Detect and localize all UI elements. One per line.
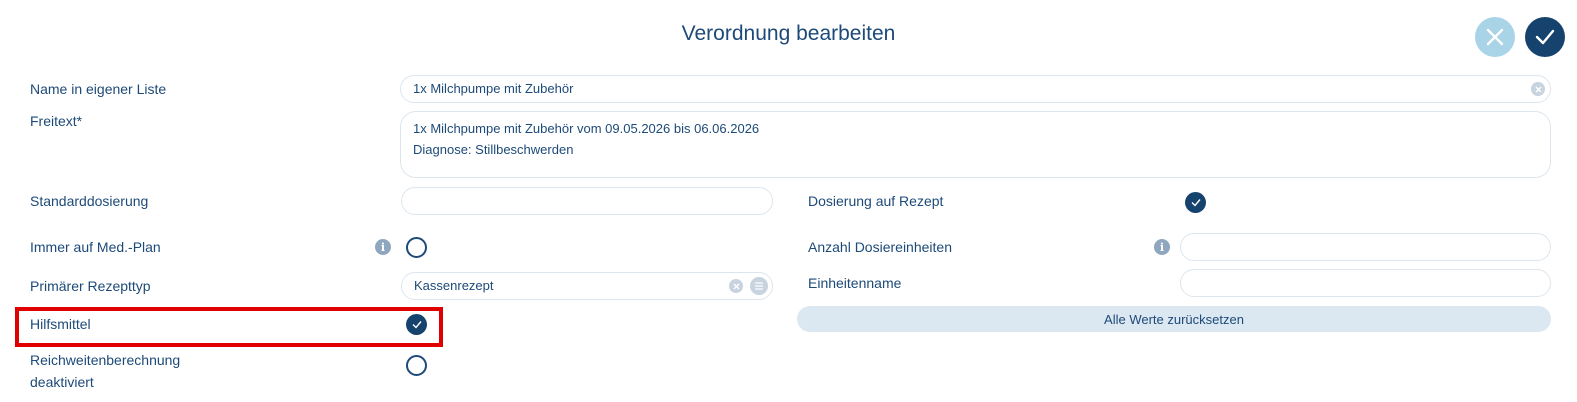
check-icon [1535, 29, 1555, 45]
freitext-label: Freitext* [30, 113, 83, 129]
freitext-line: Diagnose: Stillbeschwerden [413, 142, 574, 157]
rezepttyp-select[interactable]: Kassenrezept [401, 272, 773, 300]
reichweite-label-line2: deaktiviert [30, 374, 94, 390]
einheitenname-label: Einheitenname [808, 275, 902, 291]
anzahl-dosiereinheiten-input[interactable] [1180, 233, 1551, 261]
hilfsmittel-checkbox[interactable] [406, 314, 427, 335]
list-menu-icon[interactable] [750, 277, 768, 295]
check-icon [412, 321, 422, 329]
rezepttyp-value: Kassenrezept [414, 278, 494, 293]
hilfsmittel-label: Hilfsmittel [30, 316, 91, 332]
clear-rezepttyp-icon[interactable] [729, 279, 743, 293]
standarddosierung-label: Standarddosierung [30, 193, 149, 209]
info-glyph: i [1159, 240, 1165, 254]
dosierung-rezept-label: Dosierung auf Rezept [808, 193, 944, 209]
info-icon[interactable]: i [1154, 239, 1170, 255]
standarddosierung-input[interactable] [401, 187, 773, 215]
name-in-list-value: 1x Milchpumpe mit Zubehör [413, 81, 574, 96]
dosierung-rezept-checkbox[interactable] [1185, 192, 1206, 213]
freitext-line: 1x Milchpumpe mit Zubehör vom 09.05.2026… [413, 121, 760, 136]
clear-name-icon[interactable] [1531, 82, 1545, 96]
cancel-button[interactable] [1475, 17, 1515, 57]
anzahl-dosiereinheiten-label: Anzahl Dosiereinheiten [808, 239, 952, 255]
name-in-list-input[interactable]: 1x Milchpumpe mit Zubehör [400, 75, 1551, 103]
einheitenname-input[interactable] [1180, 269, 1551, 297]
check-icon [1191, 199, 1201, 207]
rezepttyp-label: Primärer Rezepttyp [30, 278, 151, 294]
reset-all-button[interactable]: Alle Werte zurücksetzen [797, 306, 1551, 332]
info-glyph: i [380, 240, 386, 254]
reichweite-checkbox[interactable] [406, 355, 427, 376]
name-in-list-label: Name in eigener Liste [30, 81, 167, 97]
freitext-textarea[interactable]: 1x Milchpumpe mit Zubehör vom 09.05.2026… [400, 111, 1551, 178]
medplan-checkbox[interactable] [406, 237, 427, 258]
info-icon[interactable]: i [375, 239, 391, 255]
confirm-button[interactable] [1525, 17, 1565, 57]
close-icon [1486, 28, 1504, 46]
medplan-label: Immer auf Med.-Plan [30, 239, 161, 255]
dialog-title: Verordnung bearbeiten [681, 22, 896, 45]
reichweite-label: Reichweitenberechnung [30, 352, 181, 368]
